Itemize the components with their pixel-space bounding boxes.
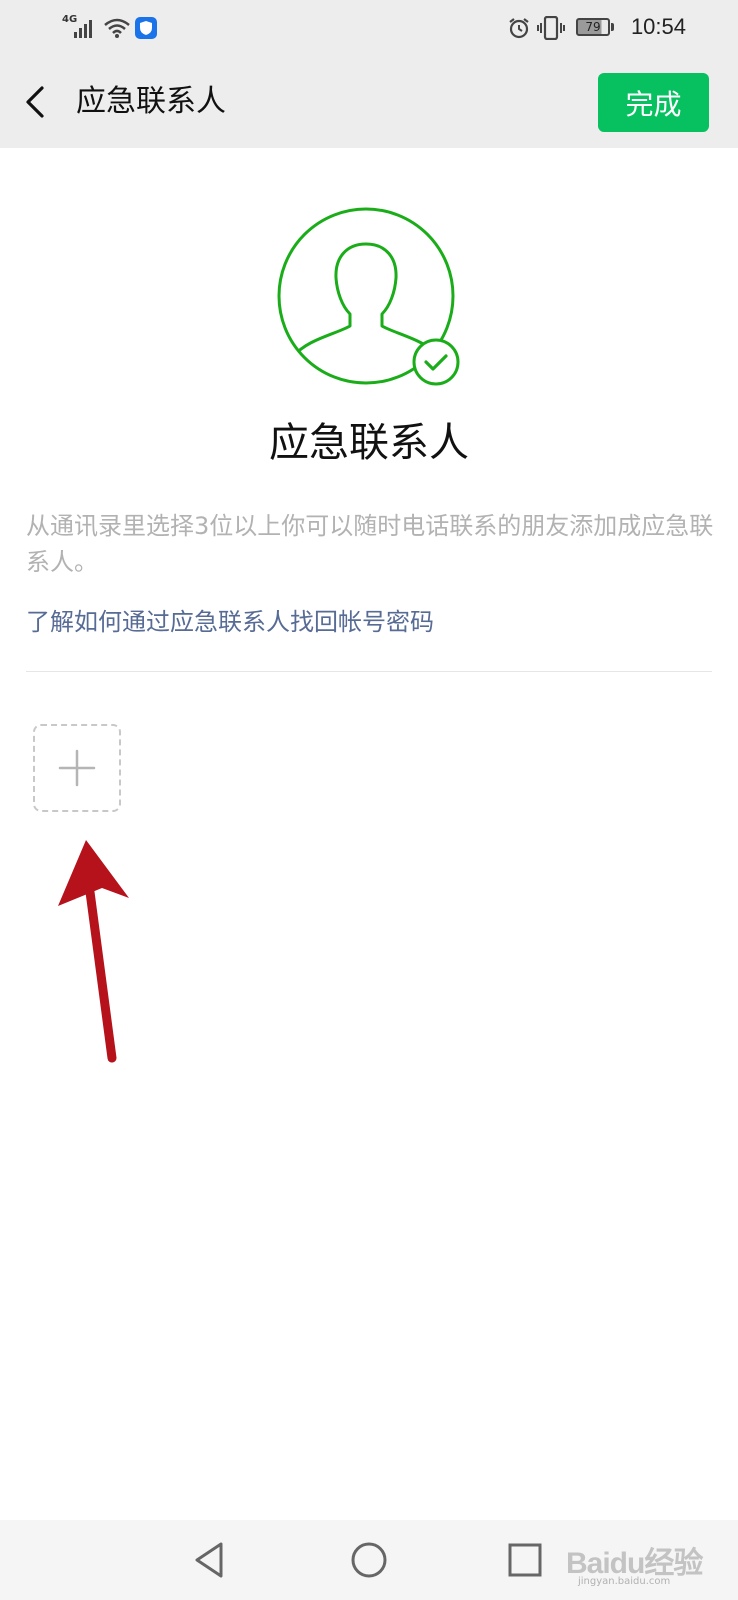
- watermark-url: jingyan.baidu.com: [578, 1576, 671, 1587]
- contact-avatar-check-icon: [277, 207, 460, 386]
- description-text: 从通讯录里选择3位以上你可以随时电话联系的朋友添加成应急联系人。: [26, 512, 714, 576]
- system-nav-bar: Baidu经验 jingyan.baidu.com: [0, 1520, 738, 1600]
- system-home-button[interactable]: [347, 1538, 391, 1582]
- nav-bar: 应急联系人 完成: [0, 56, 738, 148]
- add-contact-button[interactable]: [33, 724, 121, 812]
- status-time: 10:54: [630, 14, 686, 39]
- shield-icon: [135, 17, 157, 39]
- circle-home-icon: [351, 1542, 387, 1578]
- system-back-button[interactable]: [189, 1538, 233, 1582]
- status-bar: 4G 79 10:54: [0, 0, 738, 56]
- done-button[interactable]: 完成: [598, 73, 709, 132]
- chevron-left-icon: [26, 86, 44, 118]
- learn-how-link[interactable]: 了解如何通过应急联系人找回帐号密码: [26, 604, 434, 640]
- back-button[interactable]: [18, 80, 58, 124]
- plus-icon: [58, 749, 96, 787]
- battery-icon: 79: [576, 18, 610, 36]
- baidu-watermark: Baidu经验 jingyan.baidu.com: [566, 1532, 736, 1592]
- hero-title: 应急联系人: [269, 420, 469, 466]
- annotation-arrow-icon: [58, 840, 129, 1063]
- alarm-icon: [509, 18, 529, 39]
- vibrate-icon: [537, 16, 565, 40]
- page-title: 应急联系人: [76, 84, 226, 119]
- square-recents-icon: [508, 1543, 542, 1577]
- battery-tip: [611, 23, 614, 31]
- wifi-icon: [104, 18, 130, 38]
- triangle-back-icon: [195, 1542, 223, 1578]
- system-recents-button[interactable]: [503, 1538, 547, 1582]
- divider: [26, 671, 712, 672]
- signal-icon: [74, 20, 92, 38]
